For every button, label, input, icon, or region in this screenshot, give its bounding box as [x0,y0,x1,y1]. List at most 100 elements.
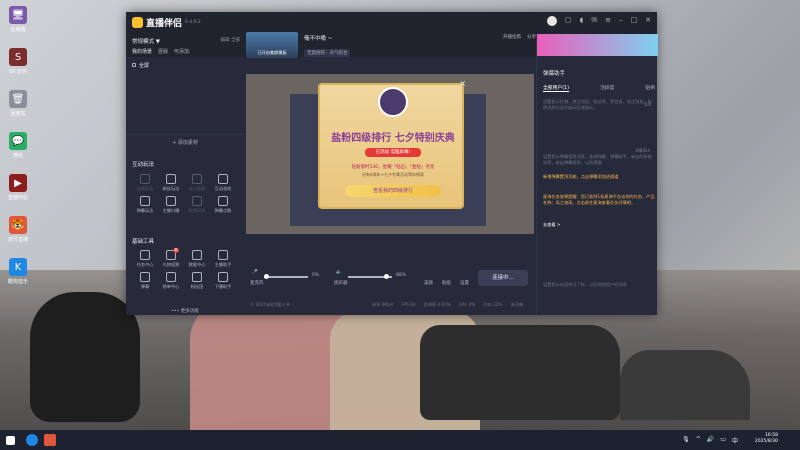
tool-button[interactable]: 互动游戏 [210,174,236,192]
promo-banner[interactable] [537,34,658,56]
more-functions-button[interactable]: ••• 更多功能 [126,308,244,314]
desktop-icon-label: 微信 [12,153,23,159]
headset-icon[interactable]: ◖ [580,16,584,26]
tool-icon [192,250,202,260]
right-panel: 弹幕助手 全部用户(1) 活跃度 贴刷 设置显示礼物、关注消息，粉丝等，等信息，关注… [536,34,658,315]
start-icon[interactable] [6,436,15,445]
center-panel: 已开启美颜模板 俺不中嘞 ~ 无类别的 - 天气综合 开播指南 分享 × 盐粉四级… [244,12,536,315]
tool-button[interactable]: 弹幕点歌 [210,196,236,214]
mode-select[interactable]: 常规模式 ▼ [132,37,160,45]
popup-close-icon[interactable]: × [459,79,466,88]
menu-icon[interactable]: ≡ [605,16,611,26]
popup-subtext: 另有4周年+七夕专属活动等你探索 [362,172,424,177]
mic-value: 0% [312,273,320,278]
tool-button[interactable]: 粉丝玩法 [158,174,184,192]
mic-tray-icon[interactable]: 🎙 [682,436,690,445]
desktop-icon[interactable]: S SX 软件 [4,48,32,75]
mail-icon[interactable]: ✉ [591,16,597,26]
tool-button[interactable]: 连线玩法 [132,174,158,192]
tool-button[interactable]: 主播口播 [158,196,184,214]
new-badge: 新 [173,248,179,253]
kugou-taskbar-icon[interactable] [26,434,38,446]
tool-button[interactable]: 数据中心 [184,250,210,268]
desktop-icon[interactable]: 💬 微信 [4,132,32,159]
message-icon[interactable]: ▢ [565,16,572,26]
stream-title[interactable]: 俺不中嘞 ~ [304,34,332,42]
desktop-icon[interactable]: 🖥 此电脑 [4,6,32,33]
beauty-button[interactable]: 美颜 [424,280,433,286]
tool-button[interactable]: 粉丝团 [184,272,210,290]
tab-vertical[interactable]: 竖版 [158,49,168,55]
stream-stats: 码率 0Kb/s FPS 60 丢帧率 0.00% CPU 4% 内存 22% 未开播 [372,302,523,308]
settings-button[interactable]: 设置 [460,280,469,286]
tool-button[interactable]: 任务中心 [132,250,158,268]
tool-button[interactable]: 主播助手 [210,250,236,268]
sticker-button[interactable]: 贴纸 [442,280,451,286]
tool-button[interactable]: 弹幕玩法 [132,196,158,214]
interact-grid: 连线玩法 粉丝玩法 多人连屏 互动游戏弹幕玩法 主播口播 礼物玩法 弹幕点歌 [132,174,236,214]
popup-added-button[interactable]: 已添加 电脑屏幕! [365,148,421,157]
network-icon[interactable]: ▭ [720,436,726,445]
user-avatar[interactable] [546,16,557,26]
stat-item: 丢帧率 0.00% [423,302,451,307]
edit-button[interactable]: 编辑 [221,38,230,43]
app-icon: K [9,258,27,276]
maximize-icon[interactable]: □ [631,16,638,26]
speaker-icon[interactable]: 🔈 [336,270,342,275]
tool-button[interactable]: 礼物投票 新 [158,248,184,268]
danmu-helper-title: 弹幕助手 [543,71,566,77]
speaker-slider[interactable] [348,274,392,279]
desktop-icon[interactable]: 🗑 回收站 [4,90,32,117]
desktop-icon[interactable]: K 酷狗音乐 [4,258,32,285]
tool-label: 主播口播 [162,208,180,213]
tab-all-users[interactable]: 全部用户(1) [543,84,569,92]
stat-item: 内存 22% [483,302,503,307]
mic-slider[interactable] [264,274,308,279]
share-link[interactable]: 分享 [527,34,536,40]
desktop-icon[interactable]: 🐯 虎牙直播 [4,216,32,243]
tool-label: 粉丝玩法 [162,186,180,191]
scene-item-fullscreen[interactable]: 全屏 [132,60,240,70]
tool-label: 主播助手 [214,262,232,267]
notice-pin-text: 新增弹幕置顶功能，点击弹幕添加进通道 [543,174,619,179]
wallpaper-vehicle [420,325,620,420]
chevron-up-icon[interactable]: ^ [696,436,701,445]
all-button[interactable]: 全部 [231,38,240,43]
stat-item: CPU 4% [458,302,476,307]
tool-button[interactable]: 礼物玩法 [184,196,210,214]
wallpaper-vehicle-rear [620,350,750,420]
mic-slider-knob[interactable] [264,274,269,279]
tool-button[interactable]: 榜单中心 [158,272,184,290]
popup-cta-button[interactable]: 查看我的四级排行 [345,185,441,197]
guide-link[interactable]: 开播指南 [503,34,521,40]
ime-icon[interactable]: 中 [732,436,738,445]
tools-grid: 任务中心 礼物投票 新数据中心 主播助手弹幕 榜单中心 粉丝团 下播助手 [132,248,236,290]
tab-gifts[interactable]: 贴刷 [645,84,655,92]
close-icon[interactable]: ✕ [645,16,651,26]
stat-item: 未开播 [510,302,523,307]
tab-addable[interactable]: 可添加 [174,49,189,55]
clock[interactable]: 16:58 2025/8/30 [755,433,778,445]
desktop-icon-label: 虎牙直播 [7,237,28,243]
desktop-icon[interactable]: ▶ 直播伴侣 [4,174,32,201]
speaker-slider-knob[interactable] [384,274,389,279]
tab-my-scenes[interactable]: 我的场景 [132,49,152,55]
app-icon: 🖥 [9,6,27,24]
tool-button[interactable]: 弹幕 [132,272,158,290]
volume-icon[interactable]: 🔊 [707,436,714,445]
tool-icon [218,272,228,282]
tool-button[interactable]: 多人连屏 [184,174,210,192]
live-taskbar-icon[interactable] [44,434,56,446]
tab-activity[interactable]: 活跃度 [600,84,614,92]
tool-button[interactable]: 下播助手 [210,272,236,290]
view-link[interactable]: 去查看 > [543,222,655,228]
preview-canvas[interactable]: × 盐粉四级排行 七夕特别庆典 已添加 电脑屏幕! 钻粉限时130，星耀『钻石』… [246,74,534,234]
cover-thumbnail[interactable]: 已开启美颜模板 [246,32,298,58]
start-live-button[interactable]: 连接中... [478,270,528,286]
desktop-icon-label: SX 软件 [8,69,28,75]
minimize-icon[interactable]: – [619,16,623,26]
add-source-button[interactable]: + 添加素材 [126,134,244,150]
category-tag[interactable]: 无类别的 - 天气综合 [304,49,351,57]
mic-icon[interactable]: 🎤 [252,270,258,275]
scene-tabs: 我的场景 竖版 可添加 [132,48,195,55]
